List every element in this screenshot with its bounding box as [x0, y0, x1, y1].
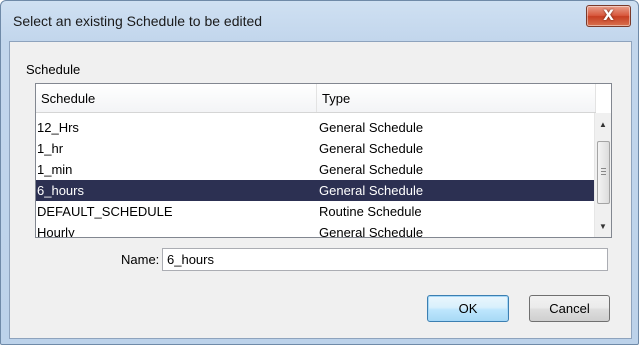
close-icon: X	[603, 8, 614, 24]
scrollbar-thumb[interactable]	[597, 141, 610, 204]
scroll-down-arrow-icon[interactable]: ▼	[595, 218, 611, 234]
column-header-type[interactable]: Type	[317, 84, 596, 112]
row-schedule-name: 1_min	[37, 162, 73, 177]
row-schedule-type: General Schedule	[319, 141, 424, 156]
row-schedule-name: 12_Hrs	[37, 120, 79, 135]
row-schedule-type: General Schedule	[319, 162, 424, 177]
list-rows: 12_Hrs General Schedule 1_hr General Sch…	[36, 117, 596, 238]
schedule-group-label: Schedule	[26, 62, 81, 77]
list-row[interactable]: DEFAULT_SCHEDULE Routine Schedule	[36, 201, 596, 222]
row-schedule-name: 1_hr	[37, 141, 64, 156]
row-schedule-name: Hourly	[37, 225, 75, 238]
name-input[interactable]: 6_hours	[162, 248, 608, 271]
list-row[interactable]: Hourly General Schedule	[36, 222, 596, 238]
window-title: Select an existing Schedule to be edited	[13, 13, 263, 29]
row-schedule-type: Routine Schedule	[319, 204, 422, 219]
title-bar[interactable]: Select an existing Schedule to be edited	[1, 1, 638, 41]
list-row[interactable]: 12_Hrs General Schedule	[36, 117, 596, 138]
row-schedule-name: 6_hours	[37, 183, 84, 198]
list-row-selected[interactable]: 6_hours General Schedule	[36, 180, 596, 201]
name-label: Name:	[121, 252, 160, 267]
list-header: Schedule Type	[36, 84, 596, 113]
grip-line	[601, 174, 606, 175]
list-row[interactable]: 1_min General Schedule	[36, 159, 596, 180]
row-schedule-name: DEFAULT_SCHEDULE	[37, 204, 173, 219]
cancel-button[interactable]: Cancel	[529, 295, 610, 322]
column-header-schedule[interactable]: Schedule	[36, 84, 317, 112]
row-schedule-type: General Schedule	[319, 120, 424, 135]
row-schedule-type: General Schedule	[319, 225, 424, 238]
list-row[interactable]: 1_hr General Schedule	[36, 138, 596, 159]
grip-line	[601, 168, 606, 169]
scroll-up-arrow-icon[interactable]: ▲	[595, 116, 611, 132]
schedule-list[interactable]: Schedule Type 12_Hrs General Schedule 1_…	[35, 83, 612, 238]
row-schedule-type: General Schedule	[319, 183, 424, 198]
close-button[interactable]: X	[586, 5, 631, 27]
grip-line	[601, 171, 606, 172]
ok-button[interactable]: OK	[427, 295, 509, 322]
vertical-scrollbar[interactable]: ▲ ▼	[594, 113, 611, 237]
